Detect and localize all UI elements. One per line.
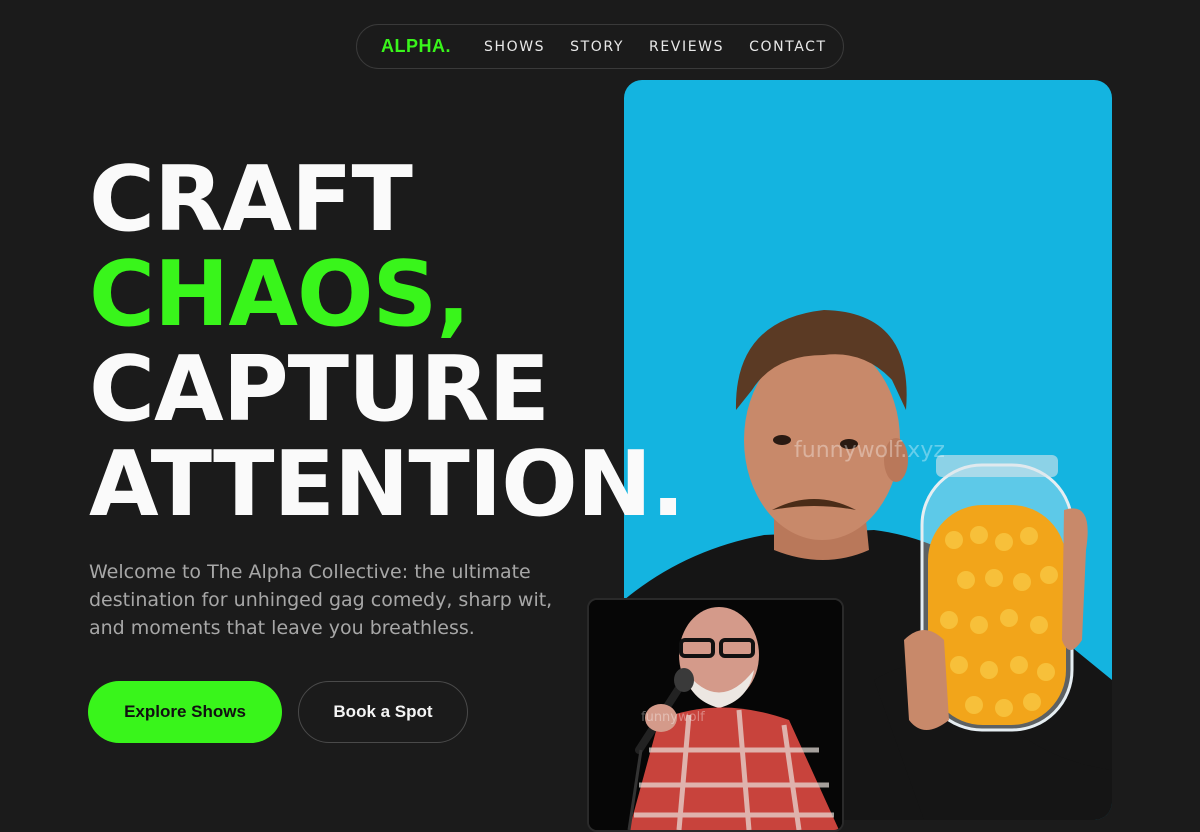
headline-line-craft: CRAFT <box>89 147 413 252</box>
nav-link-shows[interactable]: SHOWS <box>484 39 545 55</box>
nav-link-story[interactable]: STORY <box>570 39 624 55</box>
hero-subtitle: Welcome to The Alpha Collective: the ult… <box>89 561 553 639</box>
explore-shows-button[interactable]: Explore Shows <box>88 681 282 743</box>
top-nav: ALPHA. SHOWS STORY REVIEWS CONTACT <box>356 24 844 69</box>
headline-line-capture: CAPTURE <box>89 337 550 442</box>
small-photo-watermark: funnywolf <box>641 710 705 725</box>
nav-link-reviews[interactable]: REVIEWS <box>649 39 724 55</box>
book-a-spot-button[interactable]: Book a Spot <box>298 681 468 743</box>
nav-link-contact[interactable]: CONTACT <box>749 39 827 55</box>
headline-line-attention: ATTENTION. <box>89 432 685 537</box>
headline-line-chaos: CHAOS, <box>89 242 471 347</box>
hero-headline: CRAFT CHAOS, CAPTURE ATTENTION. <box>89 147 685 537</box>
brand-logo[interactable]: ALPHA. <box>381 36 451 57</box>
comedian-photo-small: funnywolf <box>587 598 844 832</box>
main-photo-watermark: funnywolf.xyz <box>794 438 945 463</box>
